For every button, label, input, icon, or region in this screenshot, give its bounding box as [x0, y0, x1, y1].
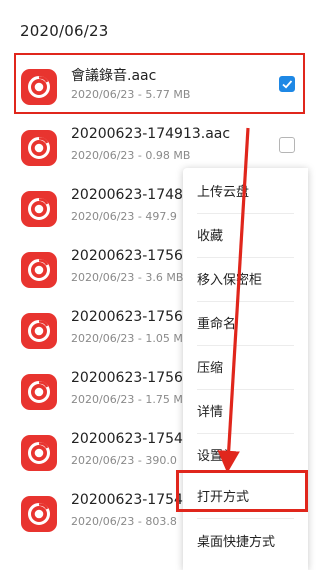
menu-item-compress[interactable]: 压缩: [183, 344, 308, 390]
file-row[interactable]: 會議錄音.aac 2020/06/23 - 5.77 MB: [0, 53, 320, 117]
file-name: 20200623-17561: [71, 248, 192, 264]
menu-item-desktop-shortcut[interactable]: 桌面快捷方式: [183, 518, 308, 564]
date-group-header: 2020/06/23: [20, 22, 109, 40]
audio-file-icon: [21, 435, 57, 471]
menu-item-label: 收藏: [197, 229, 224, 244]
file-name: 20200623-174913.aac: [71, 126, 231, 142]
file-meta: 2020/06/23 - 1.75 M: [71, 393, 183, 406]
file-name: 20200623-175453: [71, 431, 201, 447]
audio-file-icon: [21, 252, 57, 288]
file-meta: 2020/06/23 - 0.98 MB: [71, 149, 191, 162]
file-meta: 2020/06/23 - 3.6 MB: [71, 271, 184, 284]
menu-item-label: 上传云盘: [197, 185, 250, 200]
file-meta: 2020/06/23 - 1.05 M: [71, 332, 183, 345]
menu-item-label: 压缩: [197, 361, 224, 376]
file-checkbox[interactable]: [279, 137, 295, 153]
file-meta: 2020/06/23 - 497.9: [71, 210, 177, 223]
menu-item-label: 设置为: [197, 449, 237, 464]
audio-file-icon: [21, 191, 57, 227]
menu-item-upload-cloud[interactable]: 上传云盘: [183, 168, 308, 214]
file-meta: 2020/06/23 - 803.8: [71, 515, 177, 528]
file-name: 20200623-17482: [71, 187, 192, 203]
audio-file-icon: [21, 496, 57, 532]
file-name: 20200623-17561: [71, 370, 192, 386]
annotation-highlight-box: [14, 53, 305, 114]
file-meta: 2020/06/23 - 390.0: [71, 454, 177, 467]
menu-item-details[interactable]: 详情: [183, 388, 308, 434]
menu-item-label: 详情: [197, 405, 224, 420]
menu-item-label: 桌面快捷方式: [197, 535, 276, 550]
annotation-highlight-box: [176, 470, 308, 512]
audio-file-icon: [21, 374, 57, 410]
audio-file-icon: [21, 130, 57, 166]
menu-item-label: 移入保密柜: [197, 273, 263, 288]
menu-item-label: 重命名: [197, 317, 237, 332]
audio-file-icon: [21, 313, 57, 349]
file-name: 20200623-175610: [71, 309, 201, 325]
menu-item-move-to-safe[interactable]: 移入保密柜: [183, 256, 308, 302]
menu-item-favorite[interactable]: 收藏: [183, 212, 308, 258]
menu-item-rename[interactable]: 重命名: [183, 300, 308, 346]
